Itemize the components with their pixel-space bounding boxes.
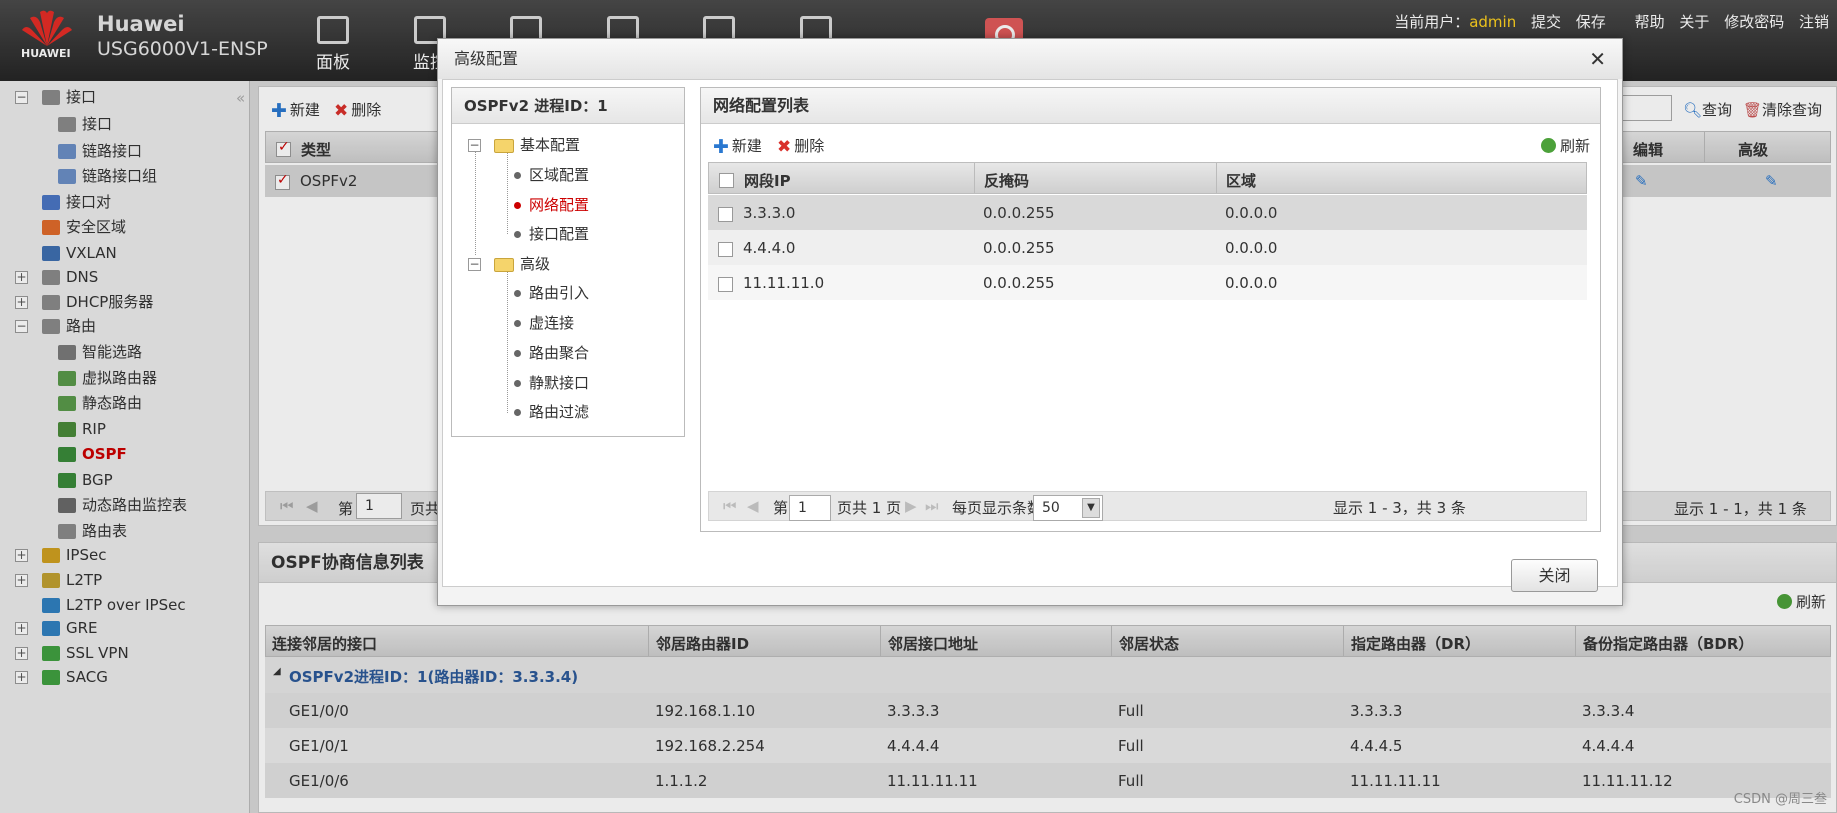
tree-route-import-label: 路由引入 — [529, 284, 590, 302]
bullet-icon — [514, 172, 521, 179]
network-new-label: 新建 — [731, 137, 762, 155]
tree-route-aggregation[interactable]: 路由聚合 — [514, 342, 589, 364]
network-grid-header: 网段IP 反掩码 区域 — [708, 162, 1587, 194]
page-number-input[interactable]: 1 — [789, 495, 831, 521]
pager-total: 页共 1 页 — [837, 499, 902, 517]
watermark: CSDN @周三叁 — [1733, 792, 1827, 807]
per-page-value: 50 — [1042, 500, 1060, 516]
collapse-basic-toggle[interactable]: − — [468, 139, 481, 152]
tree-network-label: 网络配置 — [529, 196, 590, 214]
tree-interface-label: 接口配置 — [529, 225, 590, 243]
table-cell: 11.11.11.0 — [743, 274, 825, 292]
network-refresh-button[interactable]: 刷新 — [1540, 135, 1590, 156]
folder-icon — [494, 138, 514, 153]
table-cell: 0.0.0.0 — [1225, 204, 1278, 222]
table-row[interactable]: 4.4.4.0 0.0.0.255 0.0.0.0 — [708, 230, 1587, 265]
row-checkbox[interactable] — [718, 242, 733, 257]
tree-virtual-link[interactable]: 虚连接 — [514, 312, 574, 334]
col-wildcard: 反掩码 — [984, 172, 1030, 190]
per-page-label: 每页显示条数 — [952, 499, 1043, 517]
table-cell: 3.3.3.0 — [743, 204, 796, 222]
network-delete-button[interactable]: ✖ 删除 — [777, 135, 824, 157]
folder-icon — [494, 257, 514, 272]
tree-advanced-label: 高级 — [520, 255, 551, 273]
tree-route-aggregation-label: 路由聚合 — [529, 344, 590, 362]
tree-route-filter[interactable]: 路由过滤 — [514, 401, 589, 423]
tree-area-label: 区域配置 — [529, 166, 590, 184]
bullet-icon — [514, 380, 521, 387]
table-cell: 0.0.0.0 — [1225, 274, 1278, 292]
tree-silent-interface-label: 静默接口 — [529, 374, 590, 392]
tree-route-import[interactable]: 路由引入 — [514, 282, 589, 304]
table-cell: 0.0.0.0 — [1225, 239, 1278, 257]
per-page-select[interactable]: 50 ▼ — [1033, 495, 1103, 521]
next-page-icon[interactable]: ▶︎ — [905, 497, 917, 515]
tree-network-config[interactable]: 网络配置 — [514, 194, 589, 216]
network-list-title: 网络配置列表 — [701, 88, 1600, 124]
dialog-title: 高级配置 — [438, 39, 1622, 79]
bullet-icon — [514, 320, 521, 327]
bullet-icon — [514, 409, 521, 416]
col-divider — [1216, 163, 1217, 193]
chevron-down-icon[interactable]: ▼ — [1082, 498, 1100, 518]
bullet-icon — [514, 202, 521, 209]
tree-guide — [507, 152, 508, 234]
delete-icon: ✖ — [777, 137, 792, 157]
close-button[interactable]: 关闭 — [1511, 559, 1598, 592]
bullet-icon — [514, 290, 521, 297]
close-icon[interactable]: ✕ — [1589, 47, 1606, 71]
prev-page-icon[interactable]: ◀︎ — [747, 497, 759, 515]
tree-advanced[interactable]: 高级 — [494, 253, 550, 275]
tree-title: OSPFv2 进程ID：1 — [452, 88, 684, 124]
last-page-icon[interactable]: ⏭︎ — [925, 497, 939, 515]
table-cell: 4.4.4.0 — [743, 239, 796, 257]
tree-basic-config[interactable]: 基本配置 — [494, 134, 580, 156]
collapse-advanced-toggle[interactable]: − — [468, 258, 481, 271]
config-tree: OSPFv2 进程ID：1 − 基本配置 区域配置 网络配置 接口配置 − 高级… — [451, 87, 685, 437]
dialog-body: OSPFv2 进程ID：1 − 基本配置 区域配置 网络配置 接口配置 − 高级… — [442, 79, 1618, 587]
tree-guide — [475, 150, 476, 255]
table-cell: 0.0.0.255 — [983, 239, 1055, 257]
select-all-checkbox[interactable] — [719, 173, 734, 188]
advanced-config-dialog: 高级配置 ✕ OSPFv2 进程ID：1 − 基本配置 区域配置 网络配置 接口… — [437, 38, 1623, 606]
first-page-icon[interactable]: ⏮︎ — [723, 497, 737, 515]
row-checkbox[interactable] — [718, 277, 733, 292]
tree-area-config[interactable]: 区域配置 — [514, 164, 589, 186]
bullet-icon — [514, 231, 521, 238]
table-row[interactable]: 3.3.3.0 0.0.0.255 0.0.0.0 — [708, 195, 1587, 230]
tree-guide — [507, 268, 508, 413]
network-refresh-label: 刷新 — [1559, 137, 1590, 155]
col-segment-ip: 网段IP — [744, 172, 791, 190]
refresh-icon — [1540, 138, 1556, 153]
network-new-button[interactable]: ✚ 新建 — [713, 135, 762, 158]
row-checkbox[interactable] — [718, 207, 733, 222]
table-cell: 0.0.0.255 — [983, 274, 1055, 292]
tree-route-filter-label: 路由过滤 — [529, 403, 590, 421]
table-cell: 0.0.0.255 — [983, 204, 1055, 222]
pager-prefix: 第 — [773, 499, 789, 517]
tree-interface-config[interactable]: 接口配置 — [514, 223, 589, 245]
add-icon: ✚ — [713, 136, 729, 158]
col-divider — [974, 163, 975, 193]
tree-basic-label: 基本配置 — [520, 136, 581, 154]
tree-silent-interface[interactable]: 静默接口 — [514, 372, 589, 394]
network-delete-label: 删除 — [794, 137, 825, 155]
tree-virtual-link-label: 虚连接 — [529, 314, 575, 332]
table-row[interactable]: 11.11.11.0 0.0.0.255 0.0.0.0 — [708, 265, 1587, 300]
bullet-icon — [514, 350, 521, 357]
col-area: 区域 — [1226, 172, 1257, 190]
network-config-panel: 网络配置列表 ✚ 新建 ✖ 删除 刷新 网段IP 反掩码 区域 3.3.3.0 0.0… — [700, 87, 1601, 532]
network-pager: ⏮︎ ◀︎ 第 1 页共 1 页 ▶︎ ⏭︎ 每页显示条数 50 ▼ 显示 1 -… — [708, 491, 1587, 521]
network-pager-info: 显示 1 - 3，共 3 条 — [1333, 499, 1466, 517]
